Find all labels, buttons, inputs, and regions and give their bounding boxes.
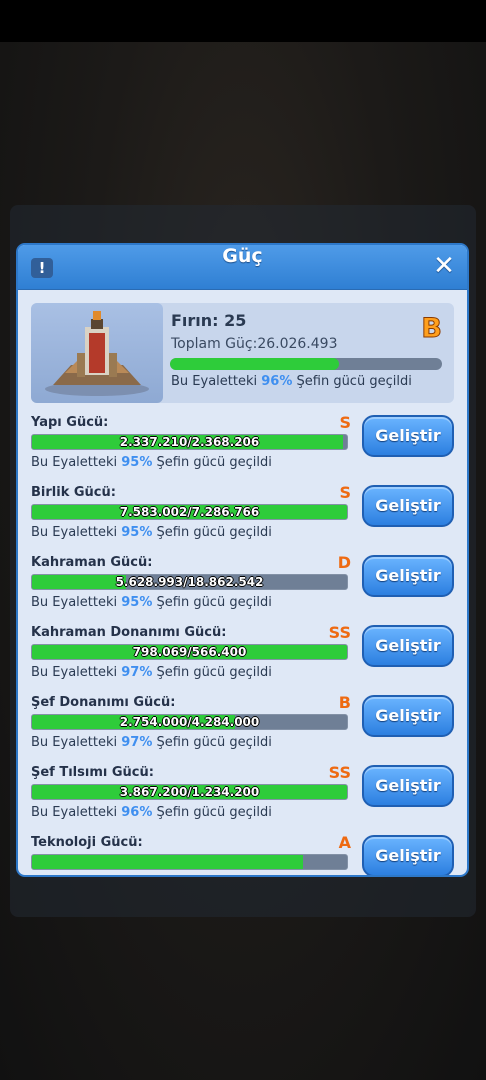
stat-label: Birlik Gücü: (31, 485, 116, 500)
stat-note-percent: 97% (121, 735, 153, 750)
dialog-header: ! Güç ✕ (18, 245, 467, 290)
upgrade-button[interactable]: Geliştir (362, 555, 454, 597)
stat-note: Bu Eyaletteki 96% Şefin gücü geçildi (31, 805, 272, 820)
stat-note-suffix: Şefin gücü geçildi (152, 665, 272, 680)
stat-grade: S (339, 483, 351, 502)
stat-note-percent: 95% (121, 455, 153, 470)
stat-row-chief-charm-power: Şef Tılsımı Gücü: SS 3.867.200/1.234.200 Bu… (31, 763, 456, 825)
stat-note: Bu Eyaletteki 95% Şefin gücü geçildi (31, 525, 272, 540)
upgrade-button[interactable]: Geliştir (362, 625, 454, 667)
stat-row-building-power: Yapı Gücü: S 2.337.210/2.368.206 Bu Eyalett… (31, 413, 456, 475)
upgrade-button[interactable]: Geliştir (362, 835, 454, 875)
stat-progress-bar: 5.628.993/18.862.542 (31, 574, 348, 590)
stat-note-percent: 95% (121, 525, 153, 540)
stat-value: 2.754.000/4.284.000 (119, 715, 260, 729)
upgrade-button[interactable]: Geliştir (362, 485, 454, 527)
stat-label: Şef Donanımı Gücü: (31, 695, 176, 710)
stat-progress-bar (31, 854, 348, 870)
overall-grade-badge: B (421, 313, 443, 345)
close-icon[interactable]: ✕ (430, 252, 458, 280)
stat-note-prefix: Bu Eyaletteki (31, 805, 122, 820)
stat-progress-bar: 2.337.210/2.368.206 (31, 434, 348, 450)
stat-row-hero-power: Kahraman Gücü: D 5.628.993/18.862.542 Bu Ey… (31, 553, 456, 615)
stat-note-suffix: Şefin gücü geçildi (152, 455, 272, 470)
stat-note: Bu Eyaletteki 95% Şefin gücü geçildi (31, 455, 272, 470)
stat-note: Bu Eyaletteki 97% Şefin gücü geçildi (31, 735, 272, 750)
summary-note-percent: 96% (261, 374, 293, 389)
furnace-summary: Fırın: 25 Toplam Güç:26.026.493 B Bu Eya… (31, 303, 454, 403)
stat-progress-bar: 7.583.002/7.286.766 (31, 504, 348, 520)
summary-note-prefix: Bu Eyaletteki (171, 374, 262, 389)
stat-value: 2.337.210/2.368.206 (119, 435, 260, 449)
stat-note-percent: 96% (121, 805, 153, 820)
stat-row-chief-gear-power: Şef Donanımı Gücü: B 2.754.000/4.284.000 Bu… (31, 693, 456, 755)
stat-grade: A (338, 833, 351, 852)
stat-grade: B (338, 693, 351, 712)
stat-note-prefix: Bu Eyaletteki (31, 455, 122, 470)
stat-note-prefix: Bu Eyaletteki (31, 665, 122, 680)
upgrade-button[interactable]: Geliştir (362, 695, 454, 737)
stat-grade: SS (328, 623, 351, 642)
upgrade-button[interactable]: Geliştir (362, 765, 454, 807)
stat-note: Bu Eyaletteki 95% Şefin gücü geçildi (31, 595, 272, 610)
stat-note-suffix: Şefin gücü geçildi (152, 805, 272, 820)
stat-label: Şef Tılsımı Gücü: (31, 765, 154, 780)
stat-grade: D (337, 553, 351, 572)
stat-row-troop-power: Birlik Gücü: S 7.583.002/7.286.766 Bu Eyale… (31, 483, 456, 545)
stat-note-prefix: Bu Eyaletteki (31, 735, 122, 750)
stat-grade: SS (328, 763, 351, 782)
summary-note-suffix: Şefin gücü geçildi (292, 374, 412, 389)
stat-note: Bu Eyaletteki 97% Şefin gücü geçildi (31, 665, 272, 680)
stat-note-prefix: Bu Eyaletteki (31, 525, 122, 540)
stat-value: 5.628.993/18.862.542 (115, 575, 264, 589)
total-power-progress-bar (170, 358, 442, 370)
stat-row-hero-gear-power: Kahraman Donanımı Gücü: SS 798.069/566.400… (31, 623, 456, 685)
stat-label: Kahraman Donanımı Gücü: (31, 625, 227, 640)
stat-progress-bar: 2.754.000/4.284.000 (31, 714, 348, 730)
dialog-title: Güç (222, 245, 263, 267)
stat-progress-bar: 3.867.200/1.234.200 (31, 784, 348, 800)
stat-label: Teknoloji Gücü: (31, 835, 143, 850)
stat-value: 7.583.002/7.286.766 (119, 505, 260, 519)
total-power-progress-fill (170, 358, 339, 370)
stat-note-suffix: Şefin gücü geçildi (152, 595, 272, 610)
stat-value: 798.069/566.400 (132, 645, 247, 659)
upgrade-button[interactable]: Geliştir (362, 415, 454, 457)
stat-row-technology-power: Teknoloji Gücü: A Geliştir (31, 833, 456, 875)
furnace-level: Fırın: 25 (171, 311, 247, 330)
total-power: Toplam Güç:26.026.493 (171, 336, 338, 352)
stat-value (32, 855, 347, 869)
status-bar (0, 0, 486, 42)
stat-label: Yapı Gücü: (31, 415, 109, 430)
stat-note-suffix: Şefin gücü geçildi (152, 525, 272, 540)
stat-note-suffix: Şefin gücü geçildi (152, 735, 272, 750)
power-dialog: ! Güç ✕ Fırın: 25 Toplam Güç:26.026.493 … (16, 243, 469, 877)
stat-grade: S (339, 413, 351, 432)
summary-note: Bu Eyaletteki 96% Şefin gücü geçildi (171, 374, 412, 389)
furnace-building-image (31, 303, 163, 403)
stat-progress-bar: 798.069/566.400 (31, 644, 348, 660)
stat-note-percent: 95% (121, 595, 153, 610)
stat-note-prefix: Bu Eyaletteki (31, 595, 122, 610)
stat-note-percent: 97% (121, 665, 153, 680)
stat-value: 3.867.200/1.234.200 (119, 785, 260, 799)
stat-label: Kahraman Gücü: (31, 555, 153, 570)
